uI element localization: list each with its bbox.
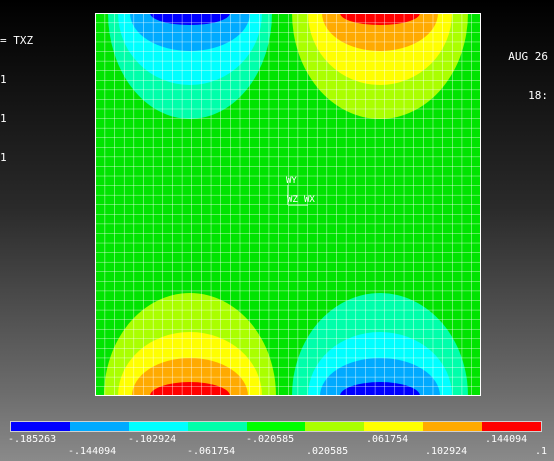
result-info-line-3: 1 (0, 151, 7, 164)
result-info-line-1: 1 (0, 73, 7, 86)
result-component-label: = TXZ (0, 34, 34, 47)
legend-swatch-5 (246, 422, 306, 431)
timestamp: AUG 26 18: (508, 24, 548, 115)
legend-swatch-3 (128, 422, 188, 431)
legend-tick-upper-4: .061754 (366, 434, 409, 445)
triad-z-label: WZ (287, 195, 298, 205)
result-info-line-2: 1 (0, 112, 7, 125)
legend-tick-lower-2: -.061754 (187, 446, 236, 457)
legend-swatch-8 (423, 422, 483, 431)
legend-tick-upper-3: -.020585 (246, 434, 295, 445)
date-label: AUG 26 (508, 50, 548, 63)
triad-x-label: WX (304, 195, 315, 205)
legend-tick-lower-4: .102924 (425, 446, 468, 457)
legend-tick-upper-1: -.185263 (8, 434, 57, 445)
legend-tick-lower-3: .020585 (306, 446, 349, 457)
legend-tick-upper-2: -.102924 (128, 434, 177, 445)
legend-swatch-1 (11, 422, 70, 431)
time-label: 18: (528, 89, 548, 102)
contour-plot-viewport[interactable]: WY WZ WX (95, 13, 481, 396)
triad-y-label: WY (286, 176, 297, 186)
contour-legend-bar (10, 421, 542, 432)
legend-swatch-9 (482, 422, 542, 431)
legend-swatch-7 (364, 422, 424, 431)
legend-tick-lower-5: .1 (535, 446, 548, 457)
result-info: = TXZ 1 1 1 (0, 8, 33, 177)
legend-swatch-4 (187, 422, 247, 431)
legend-tick-lower-1: -.144094 (68, 446, 117, 457)
legend-swatch-6 (305, 422, 365, 431)
legend-tick-upper-5: .144094 (485, 434, 528, 445)
legend-swatch-2 (69, 422, 129, 431)
